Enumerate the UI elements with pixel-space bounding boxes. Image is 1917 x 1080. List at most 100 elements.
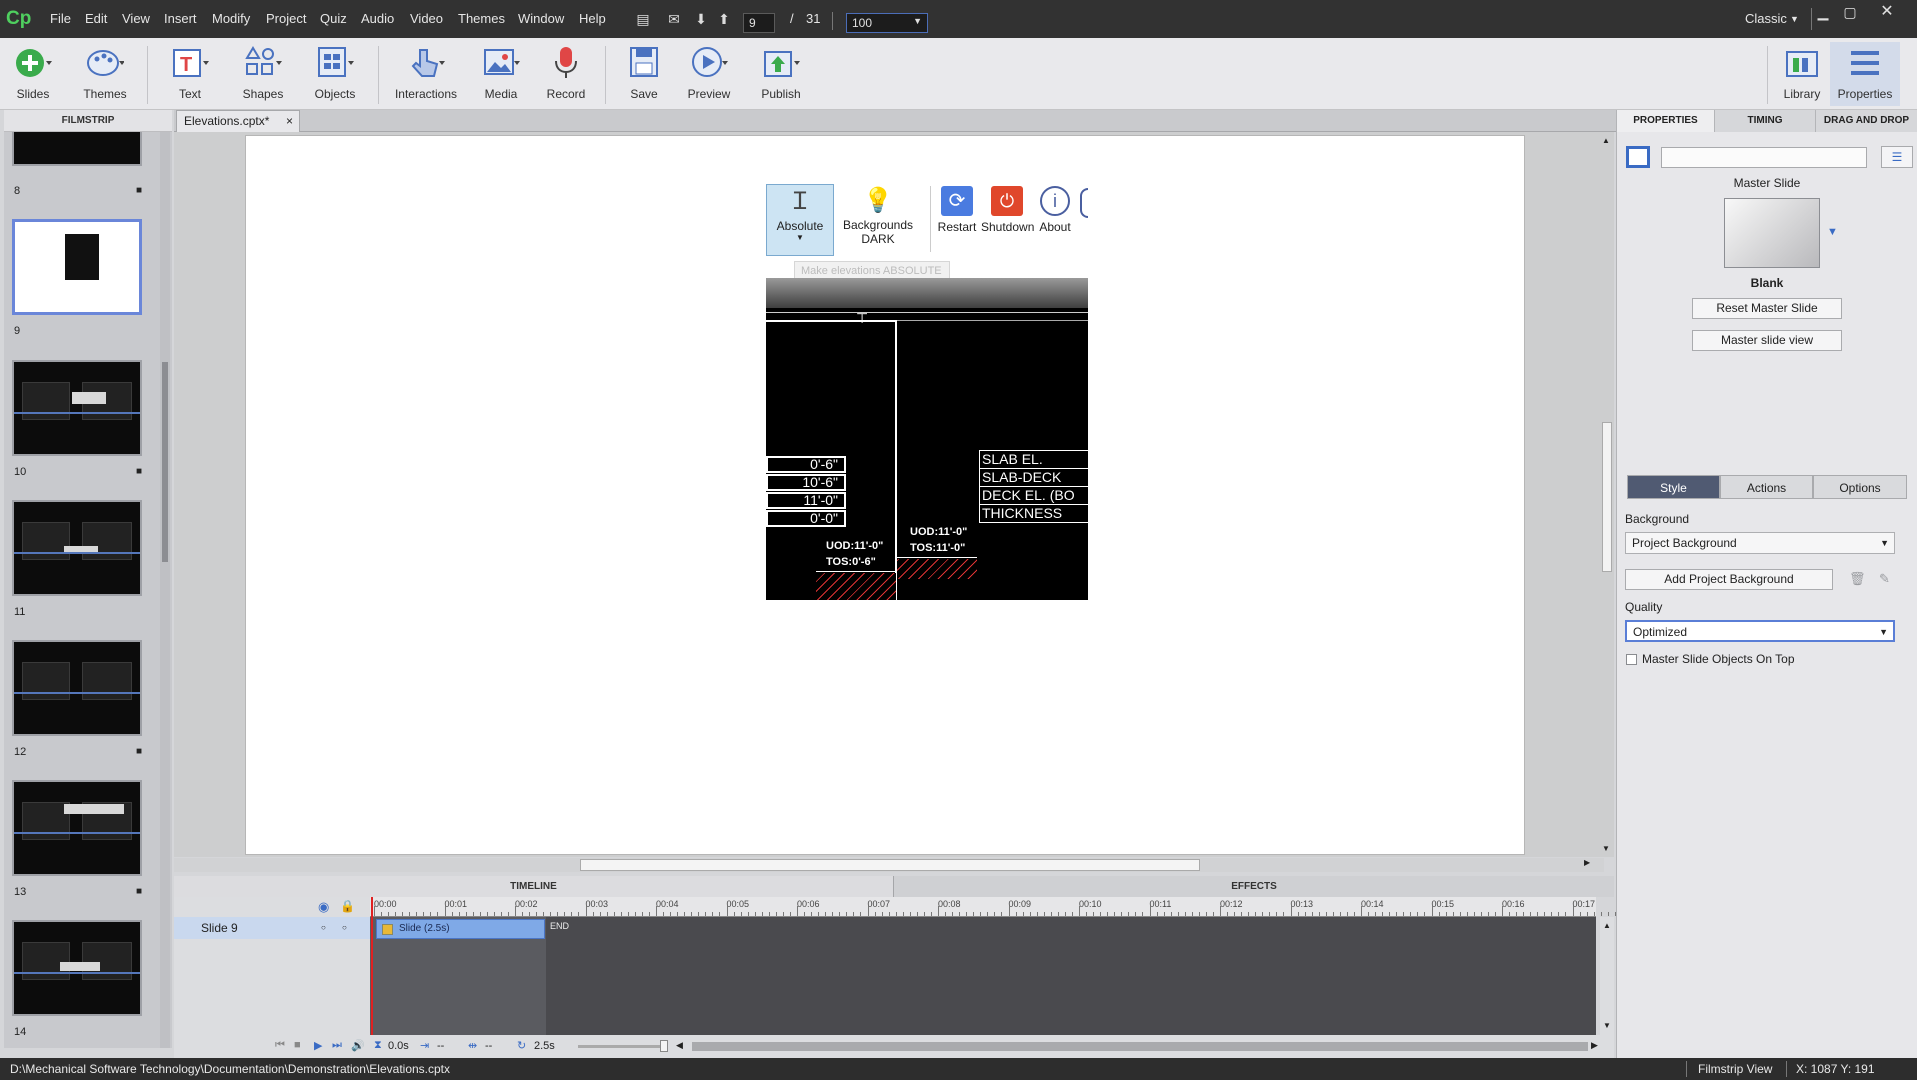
media-button[interactable]: Media (466, 44, 536, 106)
filmstrip-header[interactable]: FILMSTRIP (4, 110, 172, 132)
menu-themes[interactable]: Themes (458, 11, 505, 26)
close-icon[interactable]: ✕ (1875, 3, 1899, 21)
quality-select[interactable]: Optimized ▼ (1625, 620, 1895, 642)
stage-horizontal-scrollbar[interactable]: ▶ (174, 858, 1604, 872)
scrollbar-thumb[interactable] (580, 859, 1200, 871)
restart-ribbon-button[interactable]: ⟳ Restart (936, 184, 978, 256)
shutdown-ribbon-button[interactable]: ⏻ Shutdown (981, 184, 1034, 256)
effects-tab[interactable]: EFFECTS (894, 876, 1614, 897)
document-tab[interactable]: Elevations.cptx* × (176, 110, 300, 132)
play-icon[interactable]: ▶ (314, 1039, 322, 1052)
tab-drag-and-drop[interactable]: DRAG AND DROP (1816, 110, 1917, 132)
stop-icon[interactable]: ■ (294, 1039, 301, 1051)
about-ribbon-button[interactable]: i About (1034, 184, 1076, 256)
minimize-icon[interactable]: ▁ (1811, 3, 1835, 21)
menu-video[interactable]: Video (410, 11, 443, 26)
objects-button[interactable]: Objects (300, 44, 370, 106)
timeline-row-slide[interactable]: Slide 9 ○ ○ (174, 917, 370, 939)
background-select[interactable]: Project Background ▼ (1625, 532, 1895, 554)
mail-icon[interactable]: ✉ (666, 11, 682, 27)
scroll-down-icon[interactable]: ▼ (1603, 1021, 1611, 1030)
menu-window[interactable]: Window (518, 11, 564, 26)
scrollbar-thumb[interactable] (1602, 422, 1612, 572)
properties-button[interactable]: Properties (1830, 42, 1900, 106)
timeline-playhead[interactable] (371, 897, 373, 1045)
menu-quiz[interactable]: Quiz (320, 11, 347, 26)
zoom-slider-handle[interactable] (660, 1040, 668, 1052)
preview-button[interactable]: Preview (674, 44, 744, 106)
scroll-up-icon[interactable]: ▲ (1602, 136, 1610, 145)
trash-icon[interactable]: 🗑 (1849, 571, 1866, 587)
menu-modify[interactable]: Modify (212, 11, 250, 26)
text-button[interactable]: T Text (155, 44, 225, 106)
scroll-down-icon[interactable]: ▼ (1602, 844, 1610, 853)
filmstrip-panel[interactable]: 8 ■ 9 10 ■ 11 12 ■ 13 ■ 14 (4, 132, 172, 1048)
timeline-track[interactable] (370, 917, 1596, 1045)
menu-project[interactable]: Project (266, 11, 306, 26)
arrow-down-icon[interactable]: ⬇ (693, 11, 709, 27)
save-button[interactable]: Save (609, 44, 679, 106)
slide-thumbnail-9[interactable] (12, 219, 142, 315)
filmstrip-scrollbar[interactable] (160, 132, 170, 1048)
tab-timing[interactable]: TIMING (1715, 110, 1816, 132)
actions-segment[interactable]: Actions (1720, 475, 1813, 499)
eye-icon[interactable]: ◉ (318, 899, 329, 915)
library-button[interactable]: Library (1767, 44, 1837, 106)
slide-name-input[interactable] (1661, 147, 1867, 168)
absolute-ribbon-button[interactable]: Ｉ Absolute ▼ (766, 184, 834, 256)
slide-thumbnail-13[interactable] (12, 780, 142, 876)
lock-dot-icon[interactable]: ○ (342, 917, 347, 939)
timeline-hscroll[interactable] (692, 1042, 1588, 1051)
slide-thumbnail-14[interactable] (12, 920, 142, 1016)
record-button[interactable]: Record (531, 44, 601, 106)
workspace-mode[interactable]: Classic (1745, 11, 1787, 26)
reset-master-button[interactable]: Reset Master Slide (1692, 298, 1842, 319)
zoom-slider[interactable] (578, 1045, 668, 1048)
add-project-background-button[interactable]: Add Project Background (1625, 569, 1833, 590)
master-slide-view-button[interactable]: Master slide view (1692, 330, 1842, 351)
menu-audio[interactable]: Audio (361, 11, 394, 26)
scrollbar-thumb[interactable] (162, 362, 168, 562)
maximize-icon[interactable]: ▢ (1838, 3, 1862, 21)
slide-thumbnail-8[interactable] (12, 132, 142, 166)
zoom-select[interactable]: 100 ▼ (846, 13, 928, 33)
menu-insert[interactable]: Insert (164, 11, 197, 26)
tab-properties[interactable]: PROPERTIES (1617, 110, 1715, 132)
slide-thumbnail-10[interactable] (12, 360, 142, 456)
options-segment[interactable]: Options (1813, 475, 1907, 499)
visibility-dot-icon[interactable]: ○ (321, 917, 326, 939)
master-on-top-checkbox[interactable] (1626, 654, 1637, 665)
style-menu-icon[interactable]: ☰ (1881, 146, 1913, 168)
close-tab-icon[interactable]: × (286, 111, 293, 132)
master-slide-preview[interactable] (1724, 198, 1820, 268)
forward-icon[interactable]: ⏭ (332, 1039, 342, 1052)
slides-button[interactable]: Slides (0, 44, 68, 106)
comment-icon[interactable]: ▤ (635, 11, 651, 27)
timeline-ruler[interactable]: 00:00 00:01 00:02 00:03 00:04 00:05 00:06 00:07… (370, 897, 1637, 917)
stage-vertical-scrollbar[interactable]: ▲ ▼ (1600, 132, 1614, 857)
pencil-icon[interactable]: ✎ (1879, 571, 1890, 587)
workspace-chevron-icon[interactable]: ▼ (1790, 14, 1799, 24)
menu-file[interactable]: File (50, 11, 71, 26)
themes-button[interactable]: Themes (70, 44, 140, 106)
timeline-vscroll[interactable]: ▲ ▼ (1600, 917, 1614, 1035)
volume-icon[interactable]: 🔊 (351, 1039, 365, 1052)
slide-thumbnail-11[interactable] (12, 500, 142, 596)
scroll-up-icon[interactable]: ▲ (1603, 921, 1611, 930)
menu-edit[interactable]: Edit (85, 11, 107, 26)
slide-thumbnail-12[interactable] (12, 640, 142, 736)
shapes-button[interactable]: Shapes (228, 44, 298, 106)
backgrounds-ribbon-button[interactable]: 💡 Backgrounds DARK (842, 184, 914, 256)
interactions-button[interactable]: Interactions (392, 44, 460, 106)
publish-button[interactable]: Publish (746, 44, 816, 106)
timeline-slide-bar[interactable]: Slide (2.5s) (376, 919, 545, 939)
timeline-tab[interactable]: TIMELINE (174, 876, 894, 897)
slide-color-icon[interactable] (1626, 146, 1650, 168)
menu-help[interactable]: Help (579, 11, 606, 26)
scroll-left-icon[interactable]: ◀ (676, 1040, 683, 1051)
slide-number-input[interactable] (743, 13, 775, 33)
scroll-right-icon[interactable]: ▶ (1591, 1040, 1598, 1051)
style-segment[interactable]: Style (1627, 475, 1720, 499)
arrow-up-icon[interactable]: ⬆ (716, 11, 732, 27)
master-chevron-icon[interactable]: ▼ (1827, 226, 1838, 238)
